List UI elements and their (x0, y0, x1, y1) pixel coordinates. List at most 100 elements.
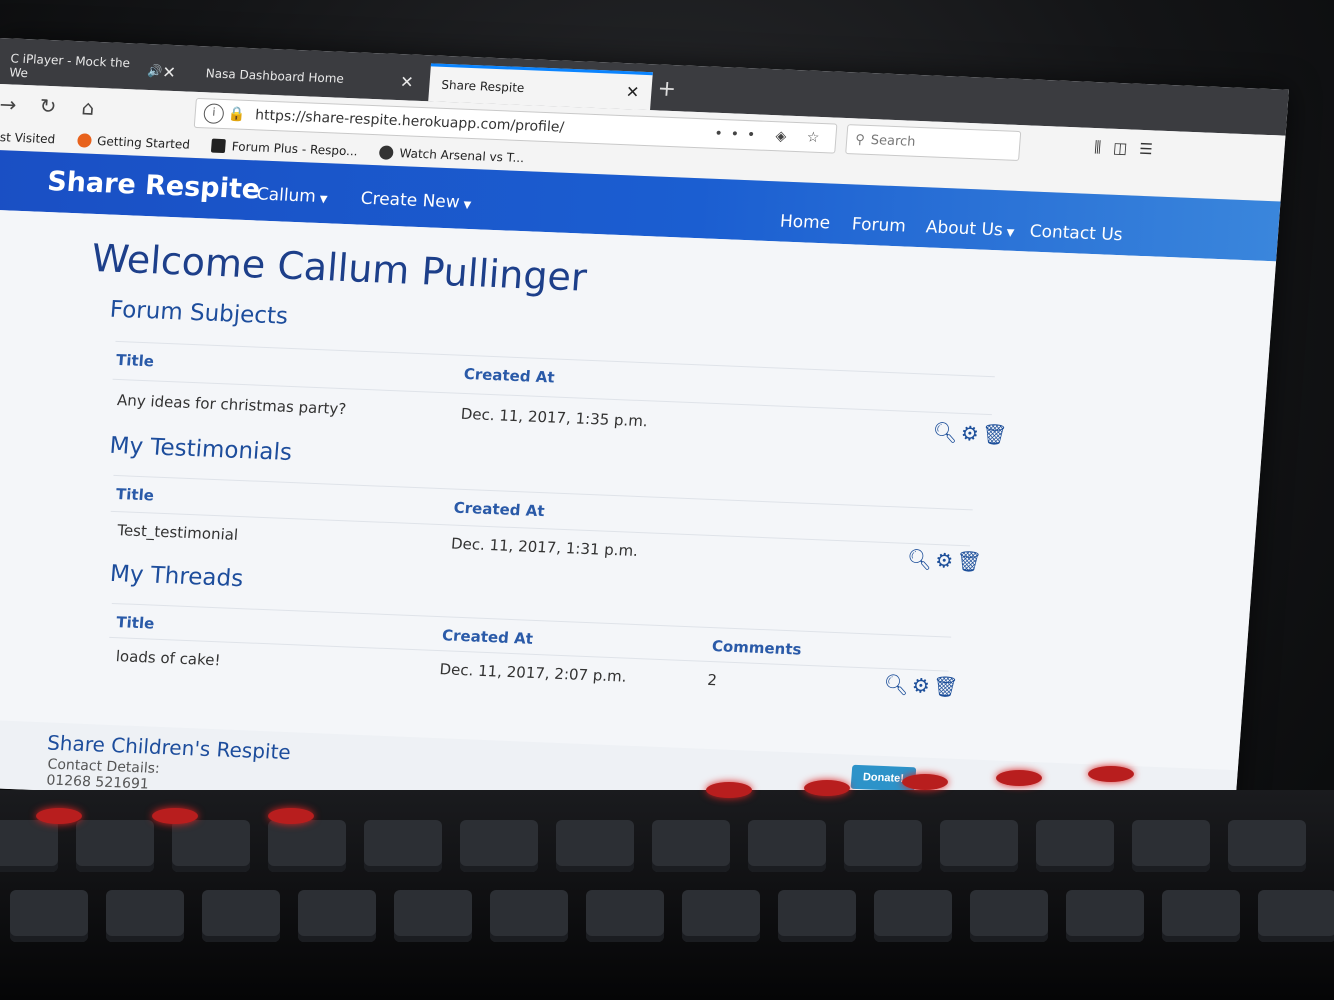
sidebar-icon[interactable]: ◫ (1112, 139, 1140, 158)
key (490, 890, 568, 942)
forum-subject-title[interactable]: Any ideas for christmas party? (116, 391, 346, 418)
forum-subject-created: Dec. 11, 2017, 1:35 p.m. (460, 404, 649, 431)
key (394, 890, 472, 942)
keyboard-led (268, 808, 314, 824)
keyboard-led (36, 808, 82, 824)
key (0, 820, 58, 872)
key (652, 820, 730, 872)
bookmark-most-visited[interactable]: ost Visited (0, 130, 56, 146)
thread-comments: 2 (706, 670, 718, 690)
url-text: https://share-respite.herokuapp.com/prof… (254, 107, 565, 136)
key (268, 820, 346, 872)
nav-home[interactable]: Home (779, 211, 831, 233)
key (1132, 820, 1210, 872)
close-icon[interactable]: ✕ (400, 72, 415, 91)
bookmark-label: Watch Arsenal vs T... (399, 146, 525, 166)
site-brand[interactable]: Share Respite (46, 166, 261, 205)
nav-about-label: About Us (925, 217, 1004, 241)
key (586, 890, 664, 942)
thread-title[interactable]: loads of cake! (115, 647, 221, 669)
gear-icon[interactable]: ⚙ (911, 673, 931, 698)
key (10, 890, 88, 942)
trash-icon[interactable]: 🗑︎ (932, 674, 959, 699)
caret-down-icon: ▼ (319, 193, 328, 206)
divider (115, 340, 995, 378)
key (682, 890, 760, 942)
gear-icon[interactable]: ⚙ (960, 421, 980, 446)
row-actions: 🔍︎ ⚙ 🗑︎ (883, 672, 959, 699)
tab-label: Nasa Dashboard Home (205, 66, 345, 86)
search-input[interactable]: ⚲ Search (845, 124, 1022, 161)
testimonial-title[interactable]: Test_testimonial (117, 521, 239, 544)
create-new-label: Create New (359, 188, 461, 213)
nav-contact[interactable]: Contact Us (1029, 222, 1123, 246)
close-icon[interactable]: ✕ (625, 82, 640, 101)
testimonials-heading: My Testimonials (108, 432, 293, 467)
key (106, 890, 184, 942)
toolbar-icons[interactable]: ⫼◫☰ (1094, 138, 1166, 159)
keyboard-led (1088, 766, 1134, 782)
nav-about[interactable]: About Us ▼ (925, 217, 1015, 241)
key-row (0, 820, 1314, 872)
speaker-icon[interactable]: 🔊 (147, 64, 163, 79)
home-icon[interactable]: ⌂ (74, 95, 102, 120)
nav-forum[interactable]: Forum (851, 214, 906, 236)
bookmark-getting-started[interactable]: Getting Started (76, 133, 190, 152)
caret-down-icon: ▼ (1006, 227, 1015, 239)
keyboard-led (902, 774, 948, 790)
tab-label: Share Respite (440, 77, 525, 95)
search-placeholder: Search (870, 132, 916, 150)
key (778, 890, 856, 942)
create-new-menu[interactable]: Create New ▼ (360, 189, 472, 213)
search-icon[interactable]: 🔍︎ (883, 672, 910, 697)
page-actions-icon[interactable]: ••• ◈ ☆ (714, 126, 828, 146)
close-icon[interactable]: ✕ (162, 62, 177, 81)
trash-icon[interactable]: 🗑︎ (981, 422, 1008, 447)
key (844, 820, 922, 872)
keyboard-led (996, 770, 1042, 786)
key (1228, 820, 1306, 872)
reload-icon[interactable]: ↻ (34, 93, 62, 119)
thread-created: Dec. 11, 2017, 2:07 p.m. (438, 660, 628, 686)
menu-icon[interactable]: ☰ (1139, 140, 1166, 159)
caret-down-icon: ▼ (463, 199, 472, 212)
key-row (10, 890, 1334, 942)
user-menu[interactable]: Callum ▼ (256, 184, 328, 207)
lock-icon: 🔒 (227, 106, 246, 123)
key (874, 890, 952, 942)
tab-label: C iPlayer - Mock the We (8, 51, 131, 81)
keyboard-led (706, 782, 752, 798)
column-header-title: Title (115, 485, 155, 505)
forum-subjects-heading: Forum Subjects (108, 296, 289, 330)
threads-heading: My Threads (109, 560, 245, 593)
user-menu-label: Callum (256, 184, 317, 207)
library-icon[interactable]: ⫼ (1094, 138, 1114, 157)
new-tab-icon[interactable]: + (657, 76, 677, 102)
page-title: Welcome Callum Pullinger (90, 235, 589, 300)
column-header-created: Created At (463, 364, 556, 387)
key (1258, 890, 1334, 942)
bookmark-watch-arsenal[interactable]: Watch Arsenal vs T... (379, 145, 525, 165)
keyboard-led (152, 808, 198, 824)
info-icon[interactable]: i (203, 103, 225, 125)
profile-content: Welcome Callum Pullinger Forum Subjects … (0, 209, 1277, 771)
key (556, 820, 634, 872)
bookmark-label: ost Visited (0, 129, 56, 147)
search-icon[interactable]: 🔍︎ (932, 420, 959, 445)
column-header-comments: Comments (711, 637, 803, 659)
search-icon[interactable]: 🔍︎ (906, 547, 933, 572)
forward-icon[interactable]: → (0, 92, 22, 117)
gear-icon[interactable]: ⚙ (934, 548, 954, 573)
key (940, 820, 1018, 872)
bookmark-forum-plus[interactable]: Forum Plus - Respo... (211, 138, 358, 158)
row-actions: 🔍︎ ⚙ 🗑︎ (906, 547, 982, 574)
key (172, 820, 250, 872)
key (1036, 820, 1114, 872)
key (460, 820, 538, 872)
column-header-title: Title (115, 350, 155, 371)
key (1066, 890, 1144, 942)
column-header-created: Created At (453, 498, 546, 521)
column-header-title: Title (115, 613, 155, 633)
testimonial-created: Dec. 11, 2017, 1:31 p.m. (450, 534, 639, 560)
trash-icon[interactable]: 🗑︎ (955, 549, 982, 574)
